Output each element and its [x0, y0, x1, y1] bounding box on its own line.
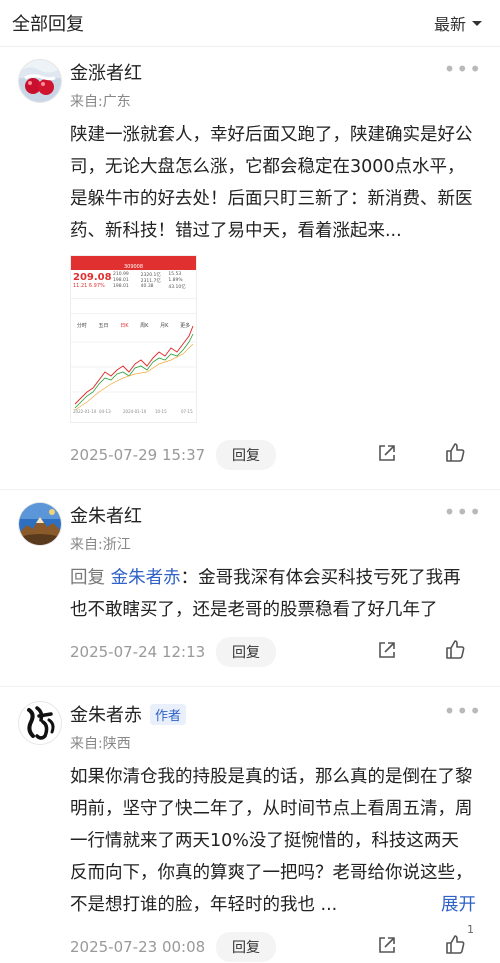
stat: 198.01 [113, 284, 129, 289]
location-label: 来自:陕西 [70, 736, 131, 752]
chevron-down-icon [472, 21, 482, 26]
comment-footer: 2025-07-24 12:13 回复 [70, 636, 484, 668]
stat: 40.38 [140, 284, 154, 289]
axis-date: 04-13 [99, 409, 111, 414]
reply-button[interactable]: 回复 [216, 932, 276, 962]
timestamp: 2025-07-29 15:37 [70, 446, 206, 464]
location-label: 来自:广东 [70, 94, 131, 110]
axis-date: 10-15 [155, 409, 167, 414]
comment-footer: 2025-07-29 15:37 回复 [70, 439, 484, 471]
location-label: 来自:浙江 [70, 537, 131, 553]
sort-label: 最新 [433, 15, 466, 34]
stat: 43.10亿 [168, 285, 186, 290]
kline-chart: 2022-01-10 04-13 2024-01-10 10-15 07-15 [71, 325, 196, 414]
timestamp: 2025-07-24 12:13 [70, 643, 206, 661]
thumbs-up-icon[interactable] [444, 934, 466, 960]
thumbs-up-icon[interactable] [444, 639, 466, 665]
share-icon[interactable] [376, 442, 398, 468]
expand-link[interactable]: 展开 [441, 889, 476, 921]
commenter-name[interactable]: 金朱者赤 [70, 701, 142, 727]
like-count: 1 [467, 923, 474, 936]
comment-item: 金朱者赤 作者 ••• 来自:陕西 如果你清仓我的持股是真的话，那么真的是倒在了… [0, 687, 500, 963]
more-icon[interactable]: ••• [444, 500, 482, 524]
comment-item: 金朱者红 ••• 来自:浙江 回复 金朱者赤：金哥我深有体会买科技亏死了我再也不… [0, 490, 500, 668]
page-title: 全部回复 [12, 14, 84, 35]
stock-price: 209.08 [73, 272, 112, 283]
sort-dropdown[interactable]: 最新 [434, 11, 484, 35]
comment-footer: 2025-07-23 00:08 回复 1 [70, 923, 484, 963]
axis-date: 2022-01-10 [73, 409, 97, 414]
reply-button[interactable]: 回复 [216, 637, 276, 667]
share-icon[interactable] [376, 934, 398, 960]
comment-item: 金涨者红 ••• 来自:广东 陕建一涨就套人，幸好后面又跑了，陕建确实是好公司，… [0, 47, 500, 471]
stock-ticker: 309008 [123, 264, 144, 270]
comment-text: 如果你清仓我的持股是真的话，那么真的是倒在了黎明前，坚守了快二年了，从时间节点上… [70, 767, 473, 915]
avatar[interactable] [18, 59, 62, 103]
comment-text-container: 回复 金朱者赤：金哥我深有体会买科技亏死了我再也不敢瞎买了，还是老哥的股票稳看了… [70, 562, 484, 626]
axis-date: 07-15 [181, 409, 193, 414]
reply-prefix: 回复 [70, 568, 105, 588]
author-badge: 作者 [150, 703, 187, 725]
stock-change: 11.21 6.97% [73, 283, 105, 289]
reply-button[interactable]: 回复 [216, 440, 276, 470]
thumbs-up-icon[interactable] [444, 442, 466, 468]
comment-text-container: 如果你清仓我的持股是真的话，那么真的是倒在了黎明前，坚守了快二年了，从时间节点上… [70, 761, 484, 921]
more-icon[interactable]: ••• [444, 699, 482, 723]
replies-header: 全部回复 最新 [0, 0, 500, 47]
avatar[interactable] [18, 701, 62, 745]
avatar[interactable] [18, 502, 62, 546]
axis-date: 2024-01-10 [123, 409, 147, 414]
timestamp: 2025-07-23 00:08 [70, 938, 206, 956]
commenter-name[interactable]: 金涨者红 [70, 59, 142, 85]
share-icon[interactable] [376, 639, 398, 665]
commenter-name[interactable]: 金朱者红 [70, 502, 142, 528]
more-icon[interactable]: ••• [444, 57, 482, 81]
stock-screenshot[interactable]: 309008 209.08 11.21 6.97% 210.99 2320.1亿… [70, 255, 197, 423]
comment-text: 陕建一涨就套人，幸好后面又跑了，陕建确实是好公司，无论大盘怎么涨，它都会稳定在3… [70, 125, 473, 241]
reply-target-link[interactable]: 金朱者赤 [111, 568, 181, 588]
